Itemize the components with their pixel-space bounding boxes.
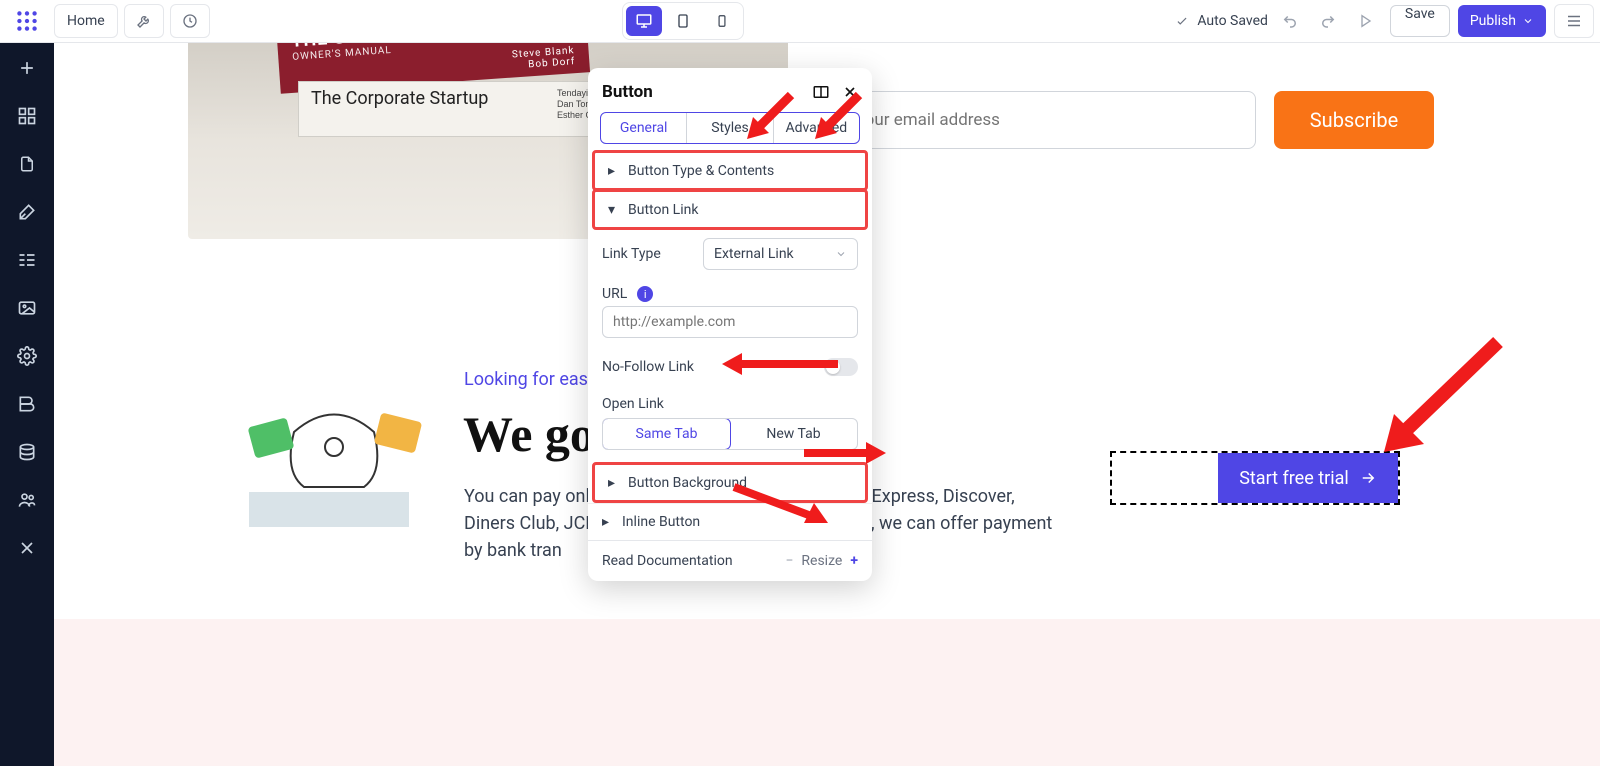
url-input[interactable]: [602, 306, 858, 338]
tab-advanced[interactable]: Advanced: [773, 113, 859, 143]
chevron-down-icon: [835, 248, 847, 260]
publish-button[interactable]: Publish: [1458, 5, 1546, 37]
section-bg: [54, 619, 1600, 766]
tree-icon[interactable]: [15, 248, 39, 272]
caret-down-icon: ▾: [608, 202, 618, 218]
nofollow-label: No-Follow Link: [602, 359, 694, 375]
arrow-right-icon: [1359, 469, 1377, 487]
resize-minus[interactable]: −: [785, 553, 793, 569]
start-trial-button[interactable]: Start free trial: [1218, 453, 1398, 503]
blocks-icon[interactable]: [15, 104, 39, 128]
panel-tabs: General Styles Advanced: [600, 112, 860, 144]
accordion-button-link[interactable]: ▾ Button Link: [594, 191, 866, 228]
tools-icon[interactable]: [15, 536, 39, 560]
new-tab-option[interactable]: New Tab: [730, 419, 857, 449]
hamburger-button[interactable]: [1554, 4, 1594, 38]
tab-styles[interactable]: Styles: [686, 113, 772, 143]
device-switcher: [622, 2, 744, 40]
open-link-segment: Same Tab New Tab: [602, 418, 858, 450]
design-icon[interactable]: [15, 200, 39, 224]
subscribe-button[interactable]: Subscribe: [1274, 91, 1434, 149]
caret-right-icon: ▸: [608, 163, 618, 179]
settings-panel: Button General Styles Advanced ▸ Button …: [588, 68, 872, 581]
illustration: [229, 397, 439, 537]
blog-icon[interactable]: [15, 392, 39, 416]
device-mobile[interactable]: [704, 6, 740, 36]
add-icon[interactable]: [15, 56, 39, 80]
undo-button[interactable]: [1274, 5, 1306, 37]
chevron-down-icon: [1522, 15, 1534, 27]
app-logo[interactable]: [6, 4, 48, 38]
topbar: Home Auto Saved Save Publish: [0, 0, 1600, 43]
wrench-button[interactable]: [124, 4, 164, 38]
url-label: URL: [602, 286, 627, 302]
link-type-label: Link Type: [602, 246, 661, 262]
users-icon[interactable]: [15, 488, 39, 512]
close-icon[interactable]: [842, 84, 858, 100]
publish-label: Publish: [1470, 13, 1516, 29]
gear-icon[interactable]: [15, 344, 39, 368]
caret-right-icon: ▸: [608, 475, 618, 491]
accordion-button-background[interactable]: ▸ Button Background: [594, 464, 866, 501]
accordion-inline-button[interactable]: ▸ Inline Button: [588, 503, 872, 540]
autosave-label: Auto Saved: [1197, 13, 1268, 29]
panel-title: Button: [602, 82, 653, 102]
same-tab-option[interactable]: Same Tab: [602, 418, 731, 450]
left-sidebar: [0, 0, 54, 766]
device-tablet[interactable]: [665, 6, 701, 36]
start-trial-label: Start free trial: [1239, 468, 1349, 489]
preview-button[interactable]: [1350, 5, 1382, 37]
accordion-button-type[interactable]: ▸ Button Type & Contents: [594, 152, 866, 189]
email-input[interactable]: [836, 91, 1256, 149]
link-type-select[interactable]: External Link: [703, 238, 858, 270]
redo-button[interactable]: [1312, 5, 1344, 37]
layout-icon[interactable]: [812, 83, 830, 101]
openlink-label: Open Link: [602, 396, 664, 412]
selected-button-wrapper[interactable]: Start free trial: [1110, 451, 1400, 505]
image-icon[interactable]: [15, 296, 39, 320]
read-documentation-link[interactable]: Read Documentation: [602, 553, 733, 569]
nofollow-toggle[interactable]: [824, 358, 858, 376]
book-corporate-startup: The Corporate Startup Tendayi Viki Dan T…: [298, 81, 618, 137]
history-button[interactable]: [170, 4, 210, 38]
save-button[interactable]: Save: [1390, 5, 1450, 37]
resize-plus[interactable]: +: [850, 553, 858, 569]
info-icon[interactable]: i: [637, 286, 653, 302]
data-icon[interactable]: [15, 440, 39, 464]
caret-right-icon: ▸: [602, 514, 612, 530]
autosave-status: Auto Saved: [1175, 13, 1268, 29]
tab-general[interactable]: General: [601, 113, 686, 143]
device-desktop[interactable]: [626, 6, 662, 36]
resize-control: − Resize +: [785, 553, 858, 569]
home-tab[interactable]: Home: [54, 4, 118, 38]
page-icon[interactable]: [15, 152, 39, 176]
